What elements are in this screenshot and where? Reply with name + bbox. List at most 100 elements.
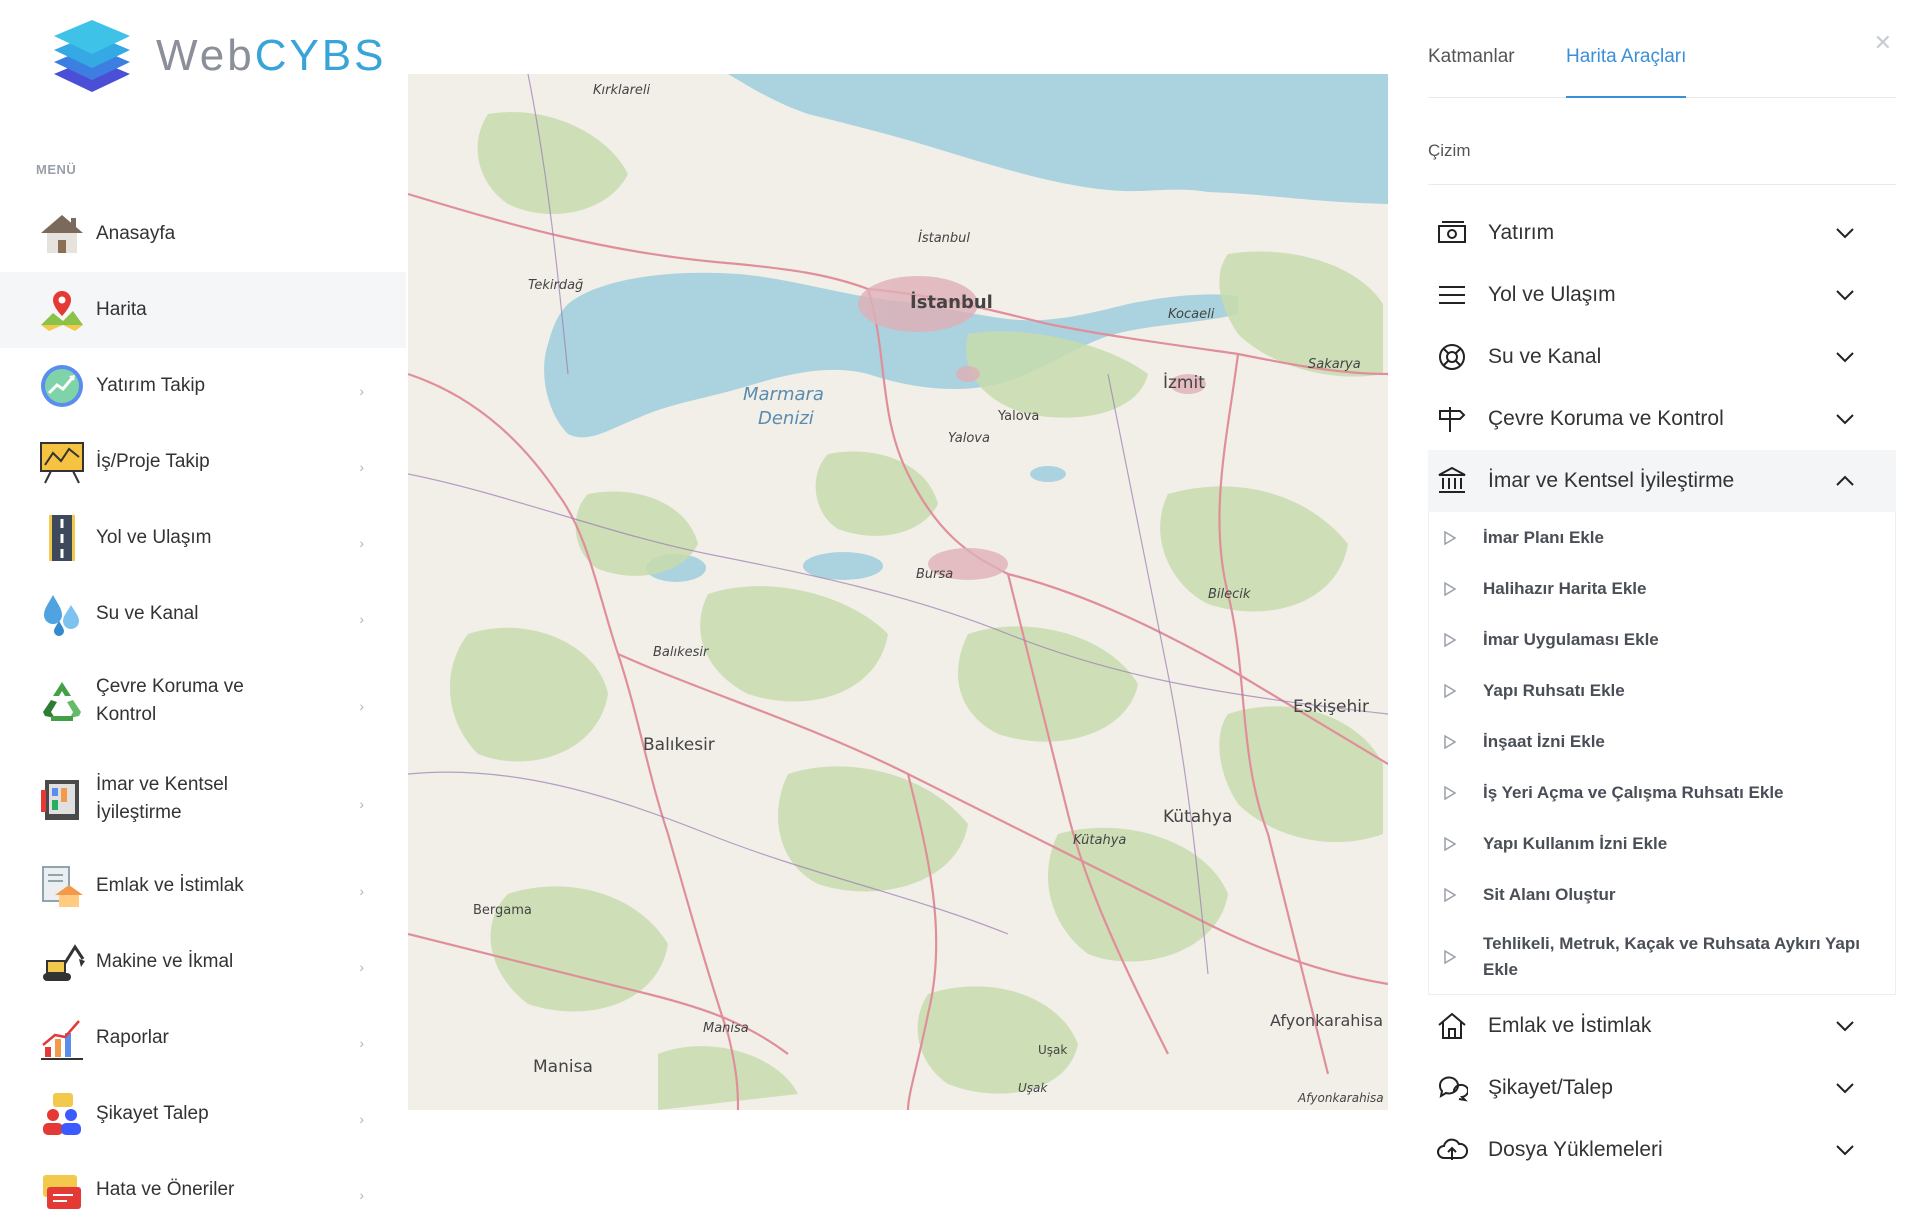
cloud-upload-icon <box>1436 1134 1468 1166</box>
place-label: İstanbul <box>918 230 970 246</box>
place-label: Eskişehir <box>1293 697 1369 717</box>
sub-item-insaat-izni-ekle[interactable]: İnşaat İzni Ekle <box>1429 716 1895 767</box>
place-label: Balıkesir <box>643 735 715 755</box>
place-label: Manisa <box>533 1057 593 1077</box>
accordion-cevre-koruma[interactable]: Çevre Koruma ve Kontrol <box>1428 388 1896 450</box>
road-icon <box>38 514 86 562</box>
project-board-icon <box>38 438 86 486</box>
divider <box>1428 184 1896 185</box>
logo-wordmark: WebCYBS <box>156 31 387 80</box>
money-icon <box>1436 217 1468 249</box>
sub-item-sit-alani-olustur[interactable]: Sit Alanı Oluştur <box>1429 869 1895 920</box>
accordion-sikayet-talep[interactable]: Şikayet/Talep <box>1428 1057 1896 1119</box>
sub-item-imar-plani-ekle[interactable]: İmar Planı Ekle <box>1429 512 1895 563</box>
sidebar-item-is-proje-takip[interactable]: İş/Proje Takip › <box>0 424 406 500</box>
chevron-right-icon: › <box>359 958 364 975</box>
accordion-emlak[interactable]: Emlak ve İstimlak <box>1428 995 1896 1057</box>
chevron-up-icon <box>1836 475 1854 486</box>
play-outline-icon <box>1444 950 1457 964</box>
tab-katmanlar[interactable]: Katmanlar <box>1428 46 1515 84</box>
sidebar-item-sikayet-talep[interactable]: Şikayet Talep › <box>0 1076 406 1152</box>
panel-tabs: Katmanlar Harita Araçları <box>1428 46 1896 98</box>
map-tools-panel: ✕ Katmanlar Harita Araçları Çizim Yatırı… <box>1428 0 1920 1200</box>
sidebar-item-yatirim-takip[interactable]: Yatırım Takip › <box>0 348 406 424</box>
excavator-icon <box>38 938 86 986</box>
tab-harita-araclari[interactable]: Harita Araçları <box>1566 46 1687 98</box>
sidebar-menu: Anasayfa Harita Yatırım Takip › İş/Proje… <box>0 196 406 1228</box>
chevron-right-icon: › <box>359 1186 364 1203</box>
sidebar-item-anasayfa[interactable]: Anasayfa <box>0 196 406 272</box>
investment-chart-icon <box>38 362 86 410</box>
feedback-icon <box>38 1166 86 1214</box>
sub-item-is-yeri-ruhsati-ekle[interactable]: İş Yeri Açma ve Çalışma Ruhsatı Ekle <box>1429 767 1895 818</box>
play-outline-icon <box>1444 887 1457 902</box>
map-pin-icon <box>38 286 86 334</box>
play-outline-icon <box>1444 785 1457 800</box>
lifebuoy-icon <box>1436 341 1468 373</box>
chevron-down-icon <box>1836 290 1854 301</box>
place-label: Afyonkarahisa <box>1270 1011 1383 1030</box>
bank-icon <box>1436 465 1468 497</box>
sidebar-item-cevre-koruma[interactable]: Çevre Koruma ve Kontrol › <box>0 652 406 750</box>
chevron-down-icon <box>1836 414 1854 425</box>
chevron-right-icon: › <box>359 458 364 475</box>
place-label: İzmit <box>1163 372 1205 393</box>
complaint-users-icon <box>38 1090 86 1138</box>
play-outline-icon <box>1444 683 1457 698</box>
play-outline-icon <box>1444 836 1457 851</box>
sidebar-item-hata-oneriler[interactable]: Hata ve Öneriler › <box>0 1152 406 1228</box>
chevron-down-icon <box>1836 1145 1854 1156</box>
chevron-right-icon: › <box>359 1110 364 1127</box>
city-plan-icon <box>38 775 86 823</box>
chevron-down-icon <box>1836 352 1854 363</box>
place-label: Sakarya <box>1308 357 1361 372</box>
map-canvas[interactable]: Kırklareli Tekirdağ İstanbul İstanbul Ko… <box>408 74 1388 1110</box>
sub-item-halihazir-harita-ekle[interactable]: Halihazır Harita Ekle <box>1429 563 1895 614</box>
place-label: Denizi <box>758 408 814 429</box>
accordion-yatirim[interactable]: Yatırım <box>1428 202 1896 264</box>
play-outline-icon <box>1444 734 1457 749</box>
sidebar-item-yol-ve-ulasim[interactable]: Yol ve Ulaşım › <box>0 500 406 576</box>
map-view[interactable]: Kırklareli Tekirdağ İstanbul İstanbul Ko… <box>408 74 1388 1110</box>
place-label: Uşak <box>1018 1081 1048 1095</box>
sidebar: WebCYBS MENÜ Anasayfa Harita Yatırım Tak… <box>0 0 406 1209</box>
sub-item-imar-uygulamasi-ekle[interactable]: İmar Uygulaması Ekle <box>1429 614 1895 665</box>
sub-item-tehlikeli-yapi-ekle[interactable]: Tehlikeli, Metruk, Kaçak ve Ruhsata Aykı… <box>1429 920 1895 994</box>
place-label: Yalova <box>948 431 990 446</box>
place-label: Kütahya <box>1163 807 1232 827</box>
chat-bubbles-icon <box>1436 1072 1468 1104</box>
home-icon <box>38 210 86 258</box>
accordion-imar[interactable]: İmar ve Kentsel İyileştirme <box>1428 450 1896 512</box>
place-label: Bilecik <box>1208 587 1251 602</box>
accordion-su-ve-kanal[interactable]: Su ve Kanal <box>1428 326 1896 388</box>
accordion-dosya-yuklemeleri[interactable]: Dosya Yüklemeleri <box>1428 1119 1896 1181</box>
play-outline-icon <box>1444 530 1457 545</box>
sidebar-item-su-ve-kanal[interactable]: Su ve Kanal › <box>0 576 406 652</box>
app-logo[interactable]: WebCYBS <box>50 14 387 98</box>
sidebar-item-makine[interactable]: Makine ve İkmal › <box>0 924 406 1000</box>
sub-item-yapi-kullanim-izni-ekle[interactable]: Yapı Kullanım İzni Ekle <box>1429 818 1895 869</box>
sub-item-yapi-ruhsati-ekle[interactable]: Yapı Ruhsatı Ekle <box>1429 665 1895 716</box>
place-label: Kocaeli <box>1168 307 1215 322</box>
chevron-right-icon: › <box>359 382 364 399</box>
logo-layers-icon <box>54 20 130 92</box>
sidebar-item-harita[interactable]: Harita <box>0 272 406 348</box>
place-label: Kırklareli <box>593 83 651 98</box>
place-label: Afyonkarahisa <box>1297 1091 1384 1105</box>
accordion-yol-ve-ulasim[interactable]: Yol ve Ulaşım <box>1428 264 1896 326</box>
sidebar-item-emlak[interactable]: Emlak ve İstimlak › <box>0 848 406 924</box>
sidebar-item-imar[interactable]: İmar ve Kentsel İyileştirme › <box>0 750 406 848</box>
chevron-down-icon <box>1836 1021 1854 1032</box>
place-label: Manisa <box>703 1021 749 1036</box>
water-drops-icon <box>38 590 86 638</box>
recycle-icon <box>38 677 86 725</box>
place-label: Bursa <box>916 567 953 582</box>
chevron-right-icon: › <box>359 534 364 551</box>
chevron-right-icon: › <box>359 1034 364 1051</box>
chevron-down-icon <box>1836 228 1854 239</box>
drawing-accordion: Yatırım Yol ve Ulaşım Su ve Kanal Çevre … <box>1428 202 1896 1181</box>
place-label: İstanbul <box>910 291 993 313</box>
menu-lines-icon <box>1436 279 1468 311</box>
sidebar-item-raporlar[interactable]: Raporlar › <box>0 1000 406 1076</box>
chevron-right-icon: › <box>359 697 364 714</box>
